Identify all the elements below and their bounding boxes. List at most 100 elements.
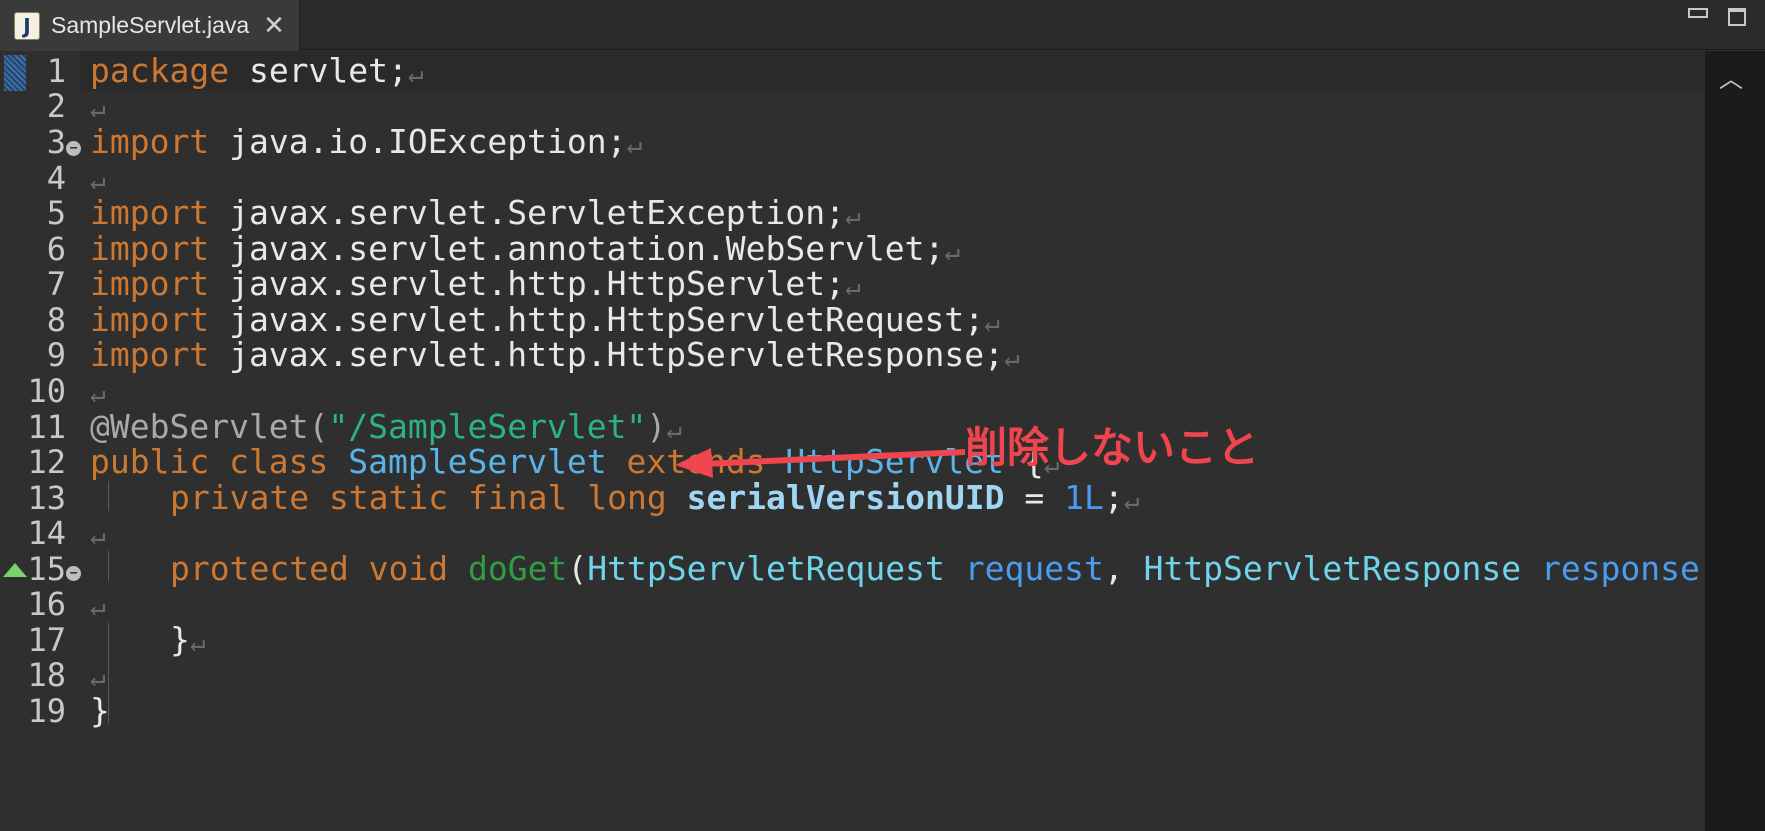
code-text: = — [1004, 478, 1065, 517]
string-literal: "/SampleServlet" — [328, 407, 647, 446]
fold-collapse-icon[interactable]: − — [66, 566, 81, 581]
minimize-view-button[interactable] — [1688, 8, 1708, 18]
code-line-18: ↵ — [90, 655, 106, 695]
keyword: import — [90, 229, 210, 268]
eol-marker: ↵ — [90, 521, 106, 551]
code-line-7: import javax.servlet.http.HttpServlet;↵ — [90, 264, 861, 304]
code-line-9: import javax.servlet.http.HttpServletRes… — [90, 335, 1020, 375]
code-line-16: ↵ — [90, 584, 106, 624]
code-text: javax.servlet.ServletException; — [209, 193, 845, 232]
keyword: private static final long — [170, 478, 667, 517]
line-number-gutter: 1 2 3 4 5 6 7 8 9 10 11 12 13 14 15 16 1… — [0, 51, 81, 831]
parameter-name: response — [1540, 549, 1700, 588]
eol-marker: ↵ — [90, 592, 106, 622]
number-literal: 1L — [1064, 478, 1104, 517]
eol-marker: ↵ — [1003, 343, 1020, 373]
line-number: 12 — [27, 443, 66, 481]
line-number: 4 — [46, 159, 66, 197]
eol-marker: ↵ — [844, 201, 861, 231]
code-line-17: }↵ — [170, 620, 206, 660]
eol-marker: ↵ — [944, 237, 960, 267]
editor-tab-bar: J SampleServlet.java ✕ — [0, 0, 1765, 51]
line-number: 8 — [46, 301, 66, 339]
code-line-3: import java.io.IOException;↵ — [90, 122, 642, 162]
keyword: package — [90, 51, 230, 90]
line-number: 2 — [46, 87, 66, 125]
eol-marker: ↵ — [90, 379, 106, 409]
code-line-14: ↵ — [90, 513, 106, 553]
annotation-token: @WebServlet( — [90, 407, 329, 446]
line-number: 6 — [46, 230, 66, 268]
annotation-token: ) — [646, 407, 667, 446]
line-number: 18 — [27, 656, 66, 694]
fold-collapse-icon[interactable]: − — [66, 141, 81, 156]
code-line-11: @WebServlet("/SampleServlet")↵ — [90, 407, 682, 447]
eol-marker: ↵ — [407, 59, 424, 89]
code-text: servlet; — [229, 51, 408, 90]
tab-title: SampleServlet.java — [51, 12, 250, 38]
eol-marker: ↵ — [844, 272, 861, 302]
line-number: 1 — [46, 52, 66, 90]
keyword: import — [90, 264, 210, 303]
code-text: javax.servlet.http.HttpServletRequest; — [209, 300, 985, 339]
line-number: 14 — [27, 514, 66, 552]
indent-guide — [108, 551, 109, 581]
java-file-icon: J — [14, 11, 40, 40]
keyword: import — [90, 193, 210, 232]
override-marker-icon — [3, 563, 27, 577]
keyword: public class — [90, 442, 329, 481]
code-line-5: import javax.servlet.ServletException;↵ — [90, 193, 861, 233]
method-name: doGet — [468, 549, 568, 588]
code-text: ( — [567, 549, 588, 588]
keyword: protected void — [170, 549, 449, 588]
annotation-note: 削除しないこと — [965, 423, 1260, 472]
code-line-15: protected void doGet(HttpServletRequest … — [170, 549, 1700, 589]
keyword: import — [90, 335, 210, 374]
code-text: javax.servlet.http.HttpServlet; — [209, 264, 845, 303]
scroll-up-icon[interactable]: ︿ — [1719, 59, 1743, 94]
code-text: ; — [1103, 478, 1124, 517]
code-line-8: import javax.servlet.http.HttpServletReq… — [90, 300, 1000, 340]
code-line-6: import javax.servlet.annotation.WebServl… — [90, 229, 960, 269]
eol-marker: ↵ — [90, 663, 106, 693]
code-line-10: ↵ — [90, 371, 106, 411]
keyword: import — [90, 300, 210, 339]
code-text: } — [170, 620, 190, 659]
code-line-19: } — [90, 691, 110, 731]
editor-tab-sampleservlet[interactable]: J SampleServlet.java ✕ — [0, 0, 300, 51]
class-name: SampleServlet — [348, 442, 607, 481]
line-number: 17 — [27, 621, 66, 659]
eol-marker: ↵ — [626, 130, 643, 160]
vertical-scrollbar[interactable]: ︿ — [1705, 51, 1765, 831]
arrow-shaft — [700, 449, 965, 467]
code-line-1: package servlet;↵ — [90, 51, 424, 91]
eol-marker: ↵ — [90, 166, 106, 196]
code-text: , — [1103, 549, 1144, 588]
eol-marker: ↵ — [984, 308, 1000, 338]
indent-guide — [108, 481, 109, 511]
class-name: HttpServletRequest — [587, 549, 945, 588]
code-line-2: ↵ — [90, 86, 106, 126]
eol-marker: ↵ — [189, 628, 206, 658]
line-number: 3 — [46, 123, 66, 161]
field-name: serialVersionUID — [686, 478, 1005, 517]
eol-marker: ↵ — [1123, 486, 1140, 516]
line-number: 16 — [27, 585, 66, 623]
code-line-4: ↵ — [90, 158, 106, 198]
arrow-head — [675, 448, 713, 478]
code-text: } — [90, 691, 110, 730]
line-number: 11 — [27, 408, 66, 446]
close-icon[interactable]: ✕ — [263, 13, 285, 39]
line-number: 13 — [27, 479, 66, 517]
annotation-arrow — [675, 448, 965, 478]
maximize-view-button[interactable] — [1728, 8, 1746, 26]
code-line-13: private static final long serialVersionU… — [170, 478, 1139, 518]
keyword: import — [90, 122, 210, 161]
code-text: java.io.IOException; — [209, 122, 627, 161]
code-text: javax.servlet.http.HttpServletResponse; — [209, 335, 1004, 374]
line-number: 7 — [46, 265, 66, 303]
line-number: 19 — [27, 692, 66, 730]
code-text: javax.servlet.annotation.WebServlet; — [209, 229, 945, 268]
line-number: 10 — [27, 372, 66, 410]
class-name: HttpServletResponse — [1143, 549, 1522, 588]
